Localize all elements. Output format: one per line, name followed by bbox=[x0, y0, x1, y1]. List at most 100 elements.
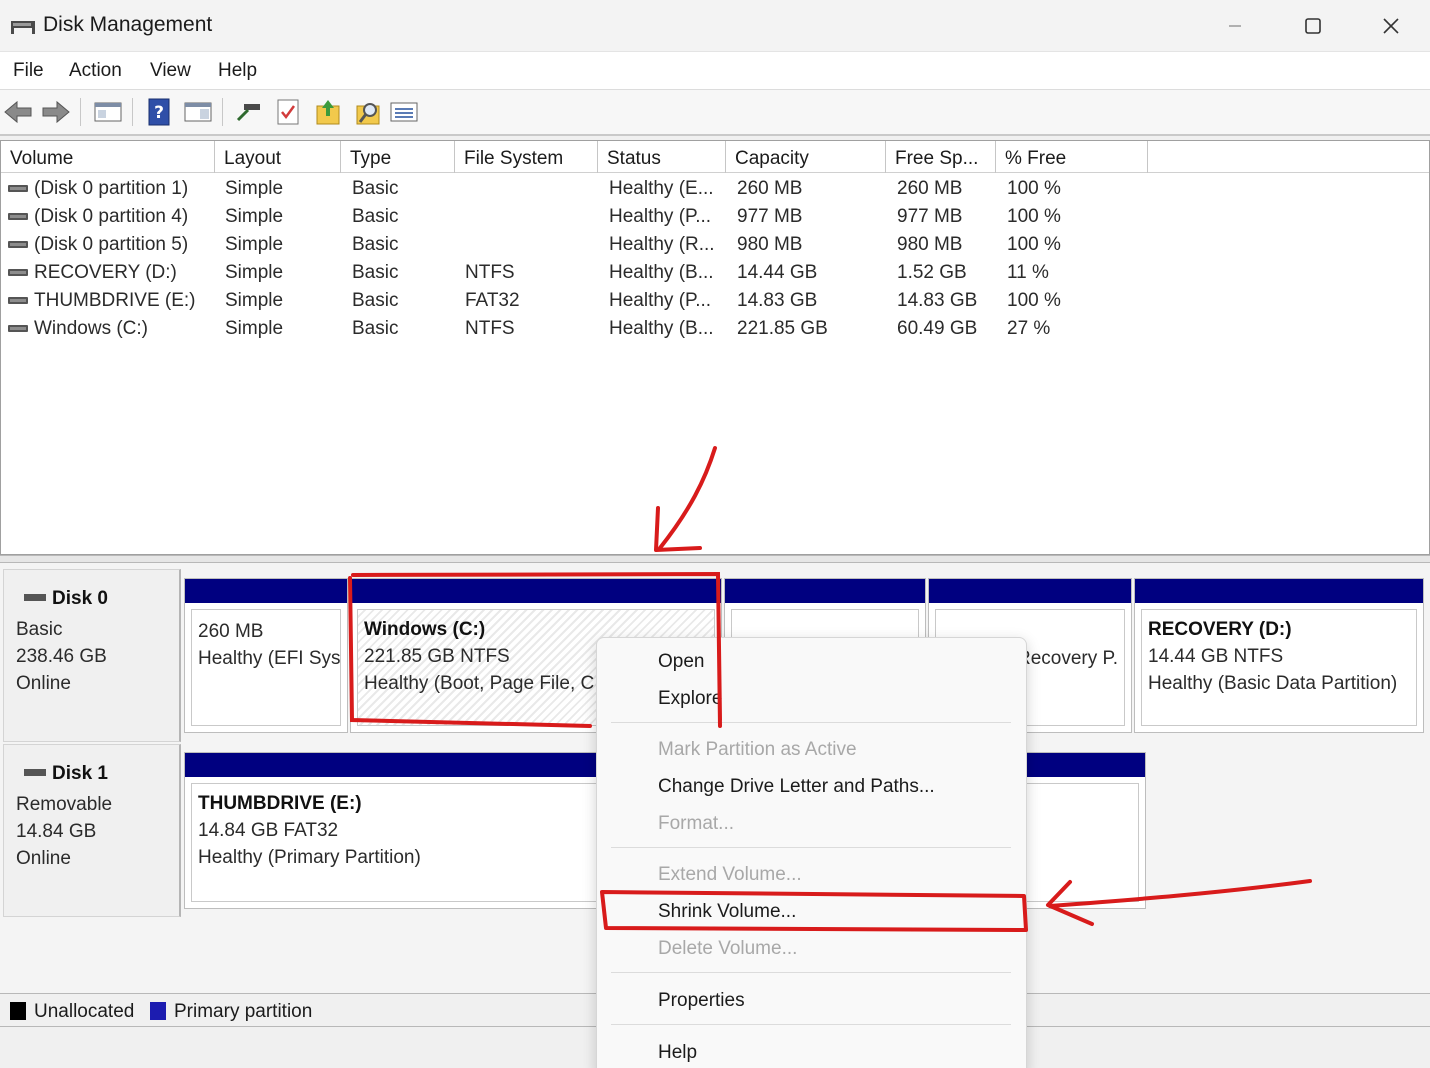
menu-item-open[interactable]: Open bbox=[658, 651, 704, 673]
partition-body: RECOVERY (D:) 14.44 GB NTFS Healthy (Bas… bbox=[1141, 609, 1417, 726]
forward-button[interactable] bbox=[40, 96, 72, 128]
disk-management-icon bbox=[11, 21, 35, 34]
disk-0-label[interactable]: Disk 0 Basic 238.46 GB Online bbox=[3, 569, 181, 742]
column-header-free-space[interactable]: Free Sp... bbox=[886, 141, 996, 173]
table-row[interactable]: (Disk 0 partition 4) Simple Basic Health… bbox=[1, 203, 1429, 231]
menu-item-format[interactable]: Format... bbox=[658, 813, 734, 835]
cell-status: Healthy (E... bbox=[609, 178, 714, 199]
pane-splitter[interactable] bbox=[0, 555, 1430, 563]
menu-action[interactable]: Action bbox=[69, 60, 122, 82]
show-hide-pane-button[interactable] bbox=[182, 96, 214, 128]
search-disk-icon bbox=[356, 103, 380, 125]
cell-percent-free: 100 % bbox=[1007, 178, 1061, 199]
cell-percent-free: 27 % bbox=[1007, 318, 1051, 339]
column-header-capacity[interactable]: Capacity bbox=[726, 141, 886, 173]
connect-button[interactable] bbox=[232, 96, 264, 128]
menu-separator bbox=[611, 1024, 1011, 1025]
cell-layout: Simple bbox=[225, 178, 284, 199]
maximize-button[interactable] bbox=[1274, 0, 1352, 52]
disk-size: 238.46 GB bbox=[16, 646, 107, 667]
cell-status: Healthy (R... bbox=[609, 234, 715, 255]
partition-recovery-d[interactable]: RECOVERY (D:) 14.44 GB NTFS Healthy (Bas… bbox=[1134, 578, 1424, 733]
cell-free-space: 980 MB bbox=[897, 234, 963, 255]
column-header-type[interactable]: Type bbox=[341, 141, 455, 173]
cell-file-system: NTFS bbox=[465, 262, 515, 283]
cell-percent-free: 100 % bbox=[1007, 234, 1061, 255]
table-row[interactable]: THUMBDRIVE (E:) Simple Basic FAT32 Healt… bbox=[1, 287, 1429, 315]
partition-type-bar bbox=[185, 579, 347, 603]
menu-item-explore[interactable]: Explore bbox=[658, 688, 722, 710]
partition-efi[interactable]: 260 MB Healthy (EFI Sys bbox=[184, 578, 348, 733]
window-title: Disk Management bbox=[43, 13, 213, 36]
menu-item-change-drive-letter[interactable]: Change Drive Letter and Paths... bbox=[658, 776, 935, 798]
partition-type-bar bbox=[1135, 579, 1423, 603]
partition-type-bar bbox=[351, 579, 721, 603]
menu-item-help[interactable]: Help bbox=[658, 1042, 697, 1064]
minimize-button[interactable] bbox=[1196, 0, 1274, 52]
minimize-icon bbox=[1229, 25, 1241, 27]
cell-layout: Simple bbox=[225, 318, 284, 339]
back-button[interactable] bbox=[2, 96, 34, 128]
menu-bar: File Action View Help bbox=[0, 52, 1430, 90]
disk-icon bbox=[24, 594, 46, 601]
list-view-button[interactable] bbox=[388, 96, 420, 128]
cell-free-space: 14.83 GB bbox=[897, 290, 978, 311]
disk-icon bbox=[24, 769, 46, 776]
cell-file-system: FAT32 bbox=[465, 290, 520, 311]
cell-free-space: 1.52 GB bbox=[897, 262, 967, 283]
table-row[interactable]: (Disk 0 partition 5) Simple Basic Health… bbox=[1, 231, 1429, 259]
partition-status: Healthy (EFI Sys bbox=[198, 648, 341, 669]
forward-arrow-icon bbox=[42, 100, 70, 124]
partition-body: 260 MB Healthy (EFI Sys bbox=[191, 609, 341, 726]
cell-capacity: 980 MB bbox=[737, 234, 803, 255]
menu-item-shrink-volume[interactable]: Shrink Volume... bbox=[658, 901, 796, 923]
console-tree-button[interactable] bbox=[92, 96, 124, 128]
menu-item-delete-volume[interactable]: Delete Volume... bbox=[658, 938, 797, 960]
partition-status: Healthy (Basic Data Partition) bbox=[1148, 673, 1398, 694]
close-button[interactable] bbox=[1352, 0, 1430, 52]
column-header-layout[interactable]: Layout bbox=[215, 141, 341, 173]
maximize-icon bbox=[1305, 18, 1321, 34]
cell-volume: THUMBDRIVE (E:) bbox=[34, 290, 196, 311]
cell-percent-free: 100 % bbox=[1007, 290, 1061, 311]
column-header-volume[interactable]: Volume bbox=[1, 141, 215, 173]
menu-help[interactable]: Help bbox=[218, 60, 257, 82]
search-button[interactable] bbox=[352, 96, 384, 128]
checklist-button[interactable] bbox=[272, 96, 304, 128]
column-header-percent-free[interactable]: % Free bbox=[996, 141, 1148, 173]
menu-separator bbox=[611, 722, 1011, 723]
disk-state: Online bbox=[16, 673, 71, 694]
table-row[interactable]: (Disk 0 partition 1) Simple Basic Health… bbox=[1, 175, 1429, 203]
disk-name: Disk 1 bbox=[52, 763, 108, 784]
help-icon: ? bbox=[148, 98, 170, 126]
drive-icon bbox=[8, 213, 28, 220]
import-icon bbox=[316, 100, 340, 125]
menu-item-mark-active[interactable]: Mark Partition as Active bbox=[658, 739, 857, 761]
menu-item-extend-volume[interactable]: Extend Volume... bbox=[658, 864, 802, 886]
context-menu: Open Explore Mark Partition as Active Ch… bbox=[596, 637, 1027, 1068]
column-header-file-system[interactable]: File System bbox=[455, 141, 598, 173]
menu-view[interactable]: View bbox=[150, 60, 191, 82]
import-button[interactable] bbox=[312, 96, 344, 128]
cell-layout: Simple bbox=[225, 290, 284, 311]
title-bar: Disk Management bbox=[0, 0, 1430, 52]
cell-type: Basic bbox=[352, 234, 399, 255]
help-button[interactable]: ? bbox=[143, 96, 175, 128]
partition-type-bar bbox=[725, 579, 925, 603]
disk-type: Removable bbox=[16, 794, 113, 815]
cell-volume: RECOVERY (D:) bbox=[34, 262, 177, 283]
disk-1-label[interactable]: Disk 1 Removable 14.84 GB Online bbox=[3, 744, 181, 917]
menu-item-properties[interactable]: Properties bbox=[658, 990, 745, 1012]
cell-capacity: 977 MB bbox=[737, 206, 803, 227]
column-header-status[interactable]: Status bbox=[598, 141, 726, 173]
cell-layout: Simple bbox=[225, 206, 284, 227]
drive-icon bbox=[8, 185, 28, 192]
cell-type: Basic bbox=[352, 318, 399, 339]
drive-icon bbox=[8, 241, 28, 248]
table-row[interactable]: RECOVERY (D:) Simple Basic NTFS Healthy … bbox=[1, 259, 1429, 287]
cell-type: Basic bbox=[352, 290, 399, 311]
table-row[interactable]: Windows (C:) Simple Basic NTFS Healthy (… bbox=[1, 315, 1429, 343]
menu-file[interactable]: File bbox=[13, 60, 44, 82]
drive-icon bbox=[8, 325, 28, 332]
checklist-icon bbox=[277, 99, 299, 125]
